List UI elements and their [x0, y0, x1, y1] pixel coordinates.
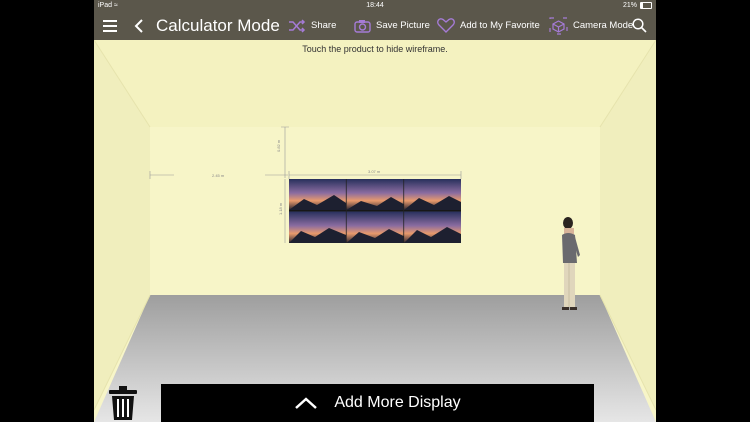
shuffle-icon [289, 18, 306, 33]
display-product[interactable] [289, 179, 461, 243]
camera-mode-button[interactable]: Camera Mode [549, 11, 633, 40]
share-label: Share [311, 20, 337, 31]
top-gap-label: 0.82 m [276, 139, 281, 152]
app-root: iPad ≈ 18:44 21% Calculator Mode Share S… [94, 0, 656, 422]
panel-row-bottom [289, 211, 461, 243]
share-button[interactable]: Share [288, 11, 336, 40]
search-icon[interactable] [632, 11, 647, 40]
camera-mode-label: Camera Mode [573, 20, 634, 31]
save-picture-label: Save Picture [376, 20, 430, 31]
width-label: 3.07 m [368, 169, 381, 174]
height-label: 1.18 m [278, 202, 283, 215]
wireframe-hint: Touch the product to hide wireframe. [302, 44, 448, 54]
ar-cube-icon [549, 16, 568, 35]
status-bar: iPad ≈ 18:44 21% [94, 0, 656, 11]
panel-row-top [289, 179, 461, 210]
top-toolbar: Calculator Mode Share Save Picture Add t… [94, 11, 656, 40]
battery-percent: 21% [622, 2, 637, 9]
battery-status: 21% [623, 0, 652, 11]
camera-icon [354, 19, 371, 33]
left-gap-label: 2.45 m [212, 173, 225, 178]
room-stage[interactable]: 0.82 m 2.45 m 3.07 m 1.18 m Touch the pr… [94, 40, 656, 422]
menu-icon[interactable] [103, 11, 117, 40]
save-picture-button[interactable]: Save Picture [354, 11, 430, 40]
add-favorite-button[interactable]: Add to My Favorite [437, 11, 540, 40]
display-panels [289, 179, 461, 243]
back-icon[interactable] [134, 11, 144, 40]
heart-icon [437, 18, 455, 33]
trash-icon[interactable] [107, 385, 139, 421]
add-more-label: Add More Display [334, 394, 461, 411]
status-time: 18:44 [366, 2, 384, 9]
page-title: Calculator Mode [156, 16, 280, 35]
add-more-display-button[interactable]: Add More Display [161, 384, 594, 422]
person-figure [562, 217, 580, 310]
battery-icon [640, 2, 652, 9]
chevron-up-icon [295, 397, 318, 409]
add-favorite-label: Add to My Favorite [460, 20, 540, 31]
